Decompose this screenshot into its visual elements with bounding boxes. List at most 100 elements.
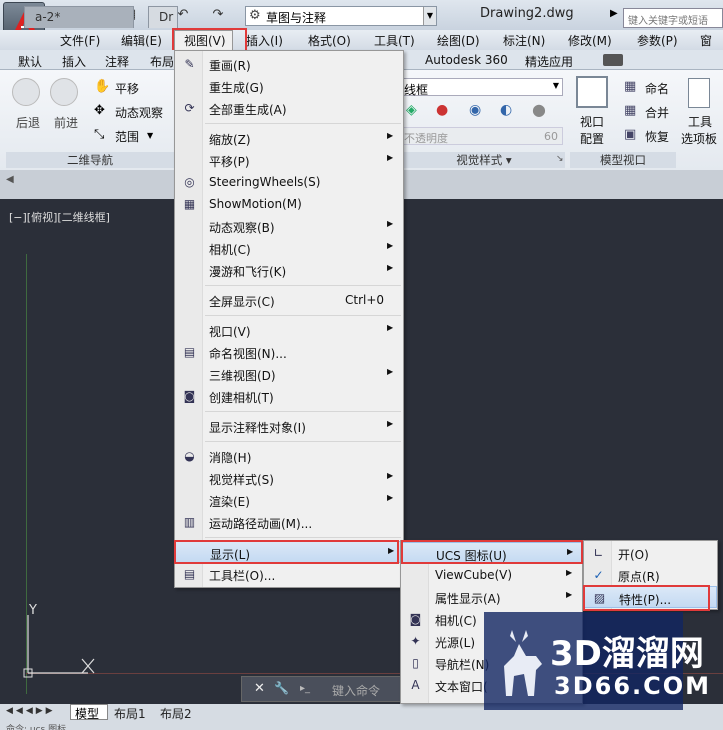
- camera-icon: ◙: [409, 612, 422, 626]
- ribbon-tab-layout[interactable]: 布局: [150, 53, 174, 70]
- dm-item-2[interactable]: 属性显示(A) ▶: [401, 586, 582, 608]
- visual-style-dropdown[interactable]: 线框 ▼: [403, 78, 563, 97]
- viewport-config-label-1[interactable]: 视口: [580, 113, 604, 130]
- menu-dimension[interactable]: 标注(N): [503, 32, 545, 49]
- panel-title-visual-styles: 视觉样式 ▾: [403, 152, 565, 168]
- search-input[interactable]: 键入关键字或短语: [623, 8, 723, 28]
- sphere-icon[interactable]: ●: [532, 100, 546, 119]
- viewport-config-icon[interactable]: [576, 76, 608, 108]
- ucs-y-label: Y: [29, 603, 37, 618]
- pan-button[interactable]: 平移: [115, 80, 139, 97]
- submenu-arrow-icon: ▶: [387, 219, 394, 228]
- vm-item-16[interactable]: 三维视图(D) ▶: [175, 363, 403, 385]
- workspace-dropdown[interactable]: ⚙ 草图与注释 ▼: [245, 6, 437, 26]
- tool-palettes-label-2[interactable]: 选项板: [681, 130, 717, 147]
- um-item-1[interactable]: ✓ 原点(R): [584, 564, 717, 586]
- vm-item-2[interactable]: ⟳ 全部重生成(A): [175, 97, 403, 119]
- panel-expand-icon[interactable]: ↘: [556, 154, 564, 164]
- ribbon-tab-featured-apps[interactable]: 精选应用: [525, 53, 573, 70]
- menu-format[interactable]: 格式(O): [308, 32, 351, 49]
- tool-palettes-icon[interactable]: [688, 78, 710, 108]
- named-view-icon: ▤: [183, 345, 196, 359]
- opacity-slider[interactable]: 不透明度 60: [403, 127, 563, 145]
- named-viewports-button[interactable]: 命名: [645, 80, 669, 97]
- layout-nav-buttons[interactable]: ◀◀◀▶▶: [6, 706, 68, 720]
- menu-item-label: 文本窗口(: [435, 680, 488, 694]
- ribbon-tab-annotate[interactable]: 注释: [105, 53, 129, 70]
- vm-item-22[interactable]: 视觉样式(S) ▶: [175, 467, 403, 489]
- panel-title-2d-navigation: 二维导航: [6, 152, 174, 168]
- merge-button[interactable]: 合并: [645, 104, 669, 121]
- command-prompt-icon: ▸_: [300, 683, 311, 694]
- forward-icon[interactable]: [50, 78, 78, 106]
- menu-item-label: 消隐(H): [209, 451, 252, 465]
- document-title: Drawing2.dwg: [480, 6, 574, 21]
- viewport-controls-label[interactable]: [−][俯视][二维线框]: [9, 209, 110, 225]
- menu-item-label: 缩放(Z): [209, 133, 251, 147]
- light-sphere-icon[interactable]: ●: [436, 102, 448, 118]
- render-icon[interactable]: ◉: [469, 102, 481, 118]
- menu-tools[interactable]: 工具(T): [374, 32, 415, 49]
- close-icon[interactable]: ✕: [254, 681, 265, 696]
- vm-item-23[interactable]: 渲染(E) ▶: [175, 489, 403, 511]
- submenu-arrow-icon: ▶: [387, 131, 394, 140]
- command-input[interactable]: 键入命令: [332, 682, 380, 699]
- vm-item-10[interactable]: 漫游和飞行(K) ▶: [175, 259, 403, 281]
- face-style-icon[interactable]: ◐: [500, 102, 512, 118]
- chevron-right-icon[interactable]: ▶: [610, 8, 620, 19]
- vm-item-1[interactable]: 重生成(G): [175, 75, 403, 97]
- vm-item-7[interactable]: ▦ ShowMotion(M): [175, 193, 403, 215]
- submenu-arrow-icon: ▶: [566, 568, 573, 577]
- doc-tab-drawing2[interactable]: Dr: [148, 6, 178, 28]
- redo-icon[interactable]: ↷: [210, 7, 226, 23]
- layout-tab-model[interactable]: 模型: [70, 704, 108, 721]
- named-viewports-icon: ▦: [624, 79, 637, 94]
- ribbon-tab-autodesk360[interactable]: Autodesk 360: [425, 53, 508, 67]
- vm-item-9[interactable]: 相机(C) ▶: [175, 237, 403, 259]
- vm-item-6[interactable]: ◎ SteeringWheels(S): [175, 171, 403, 193]
- menu-draw[interactable]: 绘图(D): [437, 32, 480, 49]
- vm-item-5[interactable]: 平移(P) ▶: [175, 149, 403, 171]
- menu-file[interactable]: 文件(F): [60, 32, 100, 49]
- vm-item-17[interactable]: ◙ 创建相机(T): [175, 385, 403, 407]
- ribbon-tab-insert[interactable]: 插入: [62, 53, 86, 70]
- menu-insert[interactable]: 插入(I): [246, 32, 283, 49]
- vm-item-19[interactable]: 显示注释性对象(I) ▶: [175, 415, 403, 437]
- extents-button[interactable]: 范围: [115, 128, 139, 145]
- submenu-arrow-icon: ▶: [387, 323, 394, 332]
- vm-item-0[interactable]: ✎ 重画(R): [175, 53, 403, 75]
- layout-tab-1[interactable]: 布局1: [110, 705, 154, 721]
- dm-item-1[interactable]: ViewCube(V) ▶: [401, 564, 582, 586]
- restore-button[interactable]: 恢复: [645, 128, 669, 145]
- vm-item-14[interactable]: 视口(V) ▶: [175, 319, 403, 341]
- menu-modify[interactable]: 修改(M): [568, 32, 612, 49]
- ribbon-toggle-icon[interactable]: [603, 54, 623, 66]
- menu-item-label: 全部重生成(A): [209, 103, 287, 117]
- pencil-icon: ✎: [184, 57, 195, 71]
- viewport-config-label-2[interactable]: 配置: [580, 130, 604, 147]
- vm-item-24[interactable]: ▥ 运动路径动画(M)...: [175, 511, 403, 533]
- vm-item-8[interactable]: 动态观察(B) ▶: [175, 215, 403, 237]
- back-icon[interactable]: [12, 78, 40, 106]
- layout-tab-2[interactable]: 布局2: [156, 705, 200, 721]
- vm-item-15[interactable]: ▤ 命名视图(N)...: [175, 341, 403, 363]
- vm-item-27[interactable]: ▤ 工具栏(O)...: [175, 563, 403, 585]
- vm-item-21[interactable]: ◒ 消隐(H): [175, 445, 403, 467]
- chevron-left-icon[interactable]: ◀: [6, 174, 18, 194]
- ribbon-tab-home[interactable]: 默认: [18, 53, 42, 70]
- menu-item-label: 重生成(G): [209, 81, 264, 95]
- light-icon: ✦: [410, 634, 421, 648]
- menu-edit[interactable]: 编辑(E): [121, 32, 162, 49]
- wrench-icon[interactable]: 🔧: [274, 681, 289, 695]
- menu-item-label: 导航栏(N): [435, 658, 490, 672]
- um-item-0[interactable]: ∟ 开(O): [584, 542, 717, 564]
- tool-palettes-label-1[interactable]: 工具: [688, 113, 712, 130]
- material-icon[interactable]: ◈: [406, 102, 417, 118]
- orbit-button[interactable]: 动态观察: [115, 104, 163, 121]
- orbit-icon: ✥: [94, 103, 105, 118]
- vm-item-12[interactable]: 全屏显示(C) Ctrl+0: [175, 289, 403, 311]
- doc-tab-a2[interactable]: a-2*: [24, 6, 134, 28]
- vm-item-4[interactable]: 缩放(Z) ▶: [175, 127, 403, 149]
- menu-parameter[interactable]: 参数(P): [637, 32, 678, 49]
- submenu-arrow-icon: ▶: [387, 419, 394, 428]
